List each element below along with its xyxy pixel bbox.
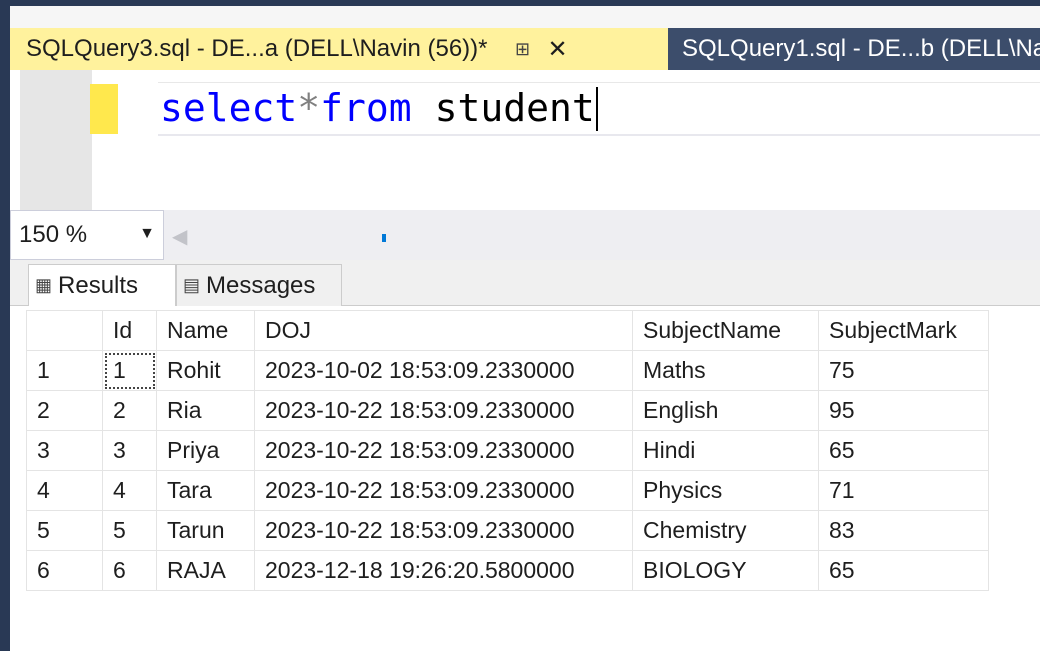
column-header-subjectname[interactable]: SubjectName bbox=[632, 310, 819, 351]
tab-messages[interactable]: ▤ Messages bbox=[176, 264, 342, 306]
column-header-name[interactable]: Name bbox=[156, 310, 255, 351]
keyword-from: from bbox=[320, 86, 412, 130]
grid-icon: ▦ bbox=[35, 275, 53, 295]
pin-icon[interactable]: ⊞ bbox=[512, 39, 534, 60]
cell-subjectmark[interactable]: 75 bbox=[818, 350, 989, 391]
row-number[interactable]: 2 bbox=[26, 390, 103, 431]
table-row[interactable]: 5 5 Tarun 2023-10-22 18:53:09.2330000 Ch… bbox=[26, 510, 989, 551]
zoom-dropdown[interactable]: 150 % ▼ bbox=[10, 210, 164, 260]
cell-doj[interactable]: 2023-10-22 18:53:09.2330000 bbox=[254, 430, 633, 471]
column-header-subjectmark[interactable]: SubjectMark bbox=[818, 310, 989, 351]
cell-id[interactable]: 3 bbox=[102, 430, 157, 471]
row-number[interactable]: 5 bbox=[26, 510, 103, 551]
cell-name[interactable]: Priya bbox=[156, 430, 255, 471]
chevron-down-icon[interactable]: ▼ bbox=[139, 225, 155, 243]
cell-doj[interactable]: 2023-10-22 18:53:09.2330000 bbox=[254, 510, 633, 551]
cell-subjectname[interactable]: English bbox=[632, 390, 819, 431]
column-header-doj[interactable]: DOJ bbox=[254, 310, 633, 351]
results-tab-strip: ▦ Results ▤ Messages bbox=[10, 260, 1040, 306]
cell-name[interactable]: Ria bbox=[156, 390, 255, 431]
table-row[interactable]: 3 3 Priya 2023-10-22 18:53:09.2330000 Hi… bbox=[26, 430, 989, 471]
tab-sqlquery3[interactable]: SQLQuery3.sql - DE...a (DELL\Navin (56))… bbox=[10, 28, 668, 70]
results-label: Results bbox=[58, 271, 139, 299]
column-header-id[interactable]: Id bbox=[102, 310, 157, 351]
scroll-left-arrow-icon[interactable]: ◀ bbox=[172, 224, 187, 249]
results-grid[interactable]: Id Name DOJ SubjectName SubjectMark 1 1 … bbox=[26, 310, 989, 591]
messages-icon: ▤ bbox=[183, 275, 201, 295]
editor-gutter bbox=[20, 70, 92, 210]
zoom-value: 150 % bbox=[19, 221, 88, 248]
cell-subjectname[interactable]: BIOLOGY bbox=[632, 550, 819, 591]
tab-results[interactable]: ▦ Results bbox=[28, 264, 176, 306]
table-name: student bbox=[411, 86, 595, 130]
operator-star: * bbox=[297, 86, 321, 130]
row-number[interactable]: 1 bbox=[26, 350, 103, 391]
cell-doj[interactable]: 2023-10-02 18:53:09.2330000 bbox=[254, 350, 633, 391]
cell-name[interactable]: Tara bbox=[156, 470, 255, 511]
window-frame-left bbox=[0, 0, 10, 651]
cell-id[interactable]: 4 bbox=[102, 470, 157, 511]
cell-doj[interactable]: 2023-12-18 19:26:20.5800000 bbox=[254, 550, 633, 591]
cell-subjectmark[interactable]: 95 bbox=[818, 390, 989, 431]
cell-name[interactable]: RAJA bbox=[156, 550, 255, 591]
cell-doj[interactable]: 2023-10-22 18:53:09.2330000 bbox=[254, 390, 633, 431]
table-row[interactable]: 2 2 Ria 2023-10-22 18:53:09.2330000 Engl… bbox=[26, 390, 989, 431]
cell-id[interactable]: 1 bbox=[102, 350, 157, 391]
cell-subjectname[interactable]: Chemistry bbox=[632, 510, 819, 551]
cell-subjectmark[interactable]: 83 bbox=[818, 510, 989, 551]
tab-title: SQLQuery3.sql - DE...a (DELL\Navin (56))… bbox=[26, 35, 488, 62]
keyword-select: select bbox=[160, 86, 298, 130]
row-number[interactable]: 4 bbox=[26, 470, 103, 511]
table-row[interactable]: 1 1 Rohit 2023-10-02 18:53:09.2330000 Ma… bbox=[26, 350, 989, 391]
cell-subjectmark[interactable]: 65 bbox=[818, 550, 989, 591]
cell-id[interactable]: 2 bbox=[102, 390, 157, 431]
zoom-bar: 150 % ▼ ◀ bbox=[10, 210, 1040, 260]
text-caret bbox=[595, 86, 598, 131]
cell-subjectname[interactable]: Hindi bbox=[632, 430, 819, 471]
cell-name[interactable]: Tarun bbox=[156, 510, 255, 551]
grid-header-row: Id Name DOJ SubjectName SubjectMark bbox=[26, 310, 989, 351]
row-header-corner[interactable] bbox=[26, 310, 103, 351]
cell-subjectname[interactable]: Maths bbox=[632, 350, 819, 391]
cell-doj[interactable]: 2023-10-22 18:53:09.2330000 bbox=[254, 470, 633, 511]
results-grid-area: Id Name DOJ SubjectName SubjectMark 1 1 … bbox=[10, 306, 1040, 651]
table-row[interactable]: 6 6 RAJA 2023-12-18 19:26:20.5800000 BIO… bbox=[26, 550, 989, 591]
cell-id[interactable]: 6 bbox=[102, 550, 157, 591]
cell-subjectname[interactable]: Physics bbox=[632, 470, 819, 511]
cell-subjectmark[interactable]: 65 bbox=[818, 430, 989, 471]
horizontal-scroll-thumb[interactable] bbox=[382, 234, 386, 242]
tab-title: SQLQuery1.sql - DE...b (DELL\Navin (55)) bbox=[682, 35, 1040, 62]
table-row[interactable]: 4 4 Tara 2023-10-22 18:53:09.2330000 Phy… bbox=[26, 470, 989, 511]
row-number[interactable]: 3 bbox=[26, 430, 103, 471]
cell-id[interactable]: 5 bbox=[102, 510, 157, 551]
cell-subjectmark[interactable]: 71 bbox=[818, 470, 989, 511]
close-icon[interactable]: ✕ bbox=[548, 35, 568, 64]
query-editor[interactable]: select*from student bbox=[10, 70, 1040, 210]
messages-label: Messages bbox=[206, 271, 316, 299]
row-number[interactable]: 6 bbox=[26, 550, 103, 591]
cell-name[interactable]: Rohit bbox=[156, 350, 255, 391]
tab-sqlquery1[interactable]: SQLQuery1.sql - DE...b (DELL\Navin (55)) bbox=[668, 28, 1040, 70]
code-line[interactable]: select*from student bbox=[160, 84, 598, 133]
change-marker bbox=[90, 84, 118, 134]
